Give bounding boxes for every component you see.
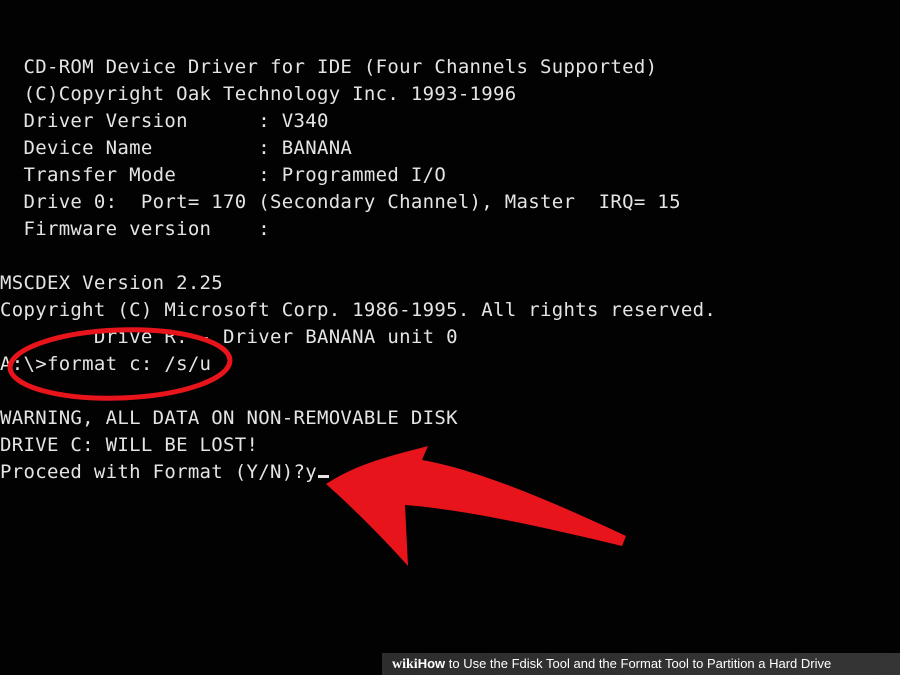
console-line-drive-c-lost: DRIVE C: WILL BE LOST!: [0, 434, 259, 456]
console-line-firmware: Firmware version :: [0, 218, 270, 240]
pointer-arrow: [326, 446, 626, 566]
console-line-copyright-oak: (C)Copyright Oak Technology Inc. 1993-19…: [0, 83, 517, 105]
console-line-device-name: Device Name : BANANA: [0, 137, 353, 159]
console-line-drive-r: Drive R: - Driver BANANA unit 0: [0, 326, 458, 348]
console-line-drive0: Drive 0: Port= 170 (Secondary Channel), …: [0, 191, 681, 213]
console-line-cdrom-driver: CD-ROM Device Driver for IDE (Four Chann…: [0, 56, 658, 78]
banner-title: to Use the Fdisk Tool and the Format Too…: [445, 656, 832, 671]
console-line-microsoft-copyright: Copyright (C) Microsoft Corp. 1986-1995.…: [0, 299, 717, 321]
wikihow-banner: wikiHow to Use the Fdisk Tool and the Fo…: [382, 653, 900, 675]
console-line-format-command[interactable]: A:\>format c: /s/u: [0, 351, 211, 378]
console-line-mscdex-version: MSCDEX Version 2.25: [0, 272, 224, 294]
console-line-transfer-mode: Transfer Mode : Programmed I/O: [0, 164, 447, 186]
text-cursor: [317, 475, 329, 478]
proceed-prompt-text: Proceed with Format (Y/N)?y: [0, 461, 317, 483]
console-line-driver-version: Driver Version : V340: [0, 110, 329, 132]
wikihow-logo-text: wiki: [392, 657, 418, 672]
console-line-proceed-prompt[interactable]: Proceed with Format (Y/N)?y: [0, 459, 329, 486]
dos-screen: CD-ROM Device Driver for IDE (Four Chann…: [0, 0, 900, 675]
console-line-warning: WARNING, ALL DATA ON NON-REMOVABLE DISK: [0, 407, 458, 429]
banner-howto: How: [417, 656, 446, 671]
